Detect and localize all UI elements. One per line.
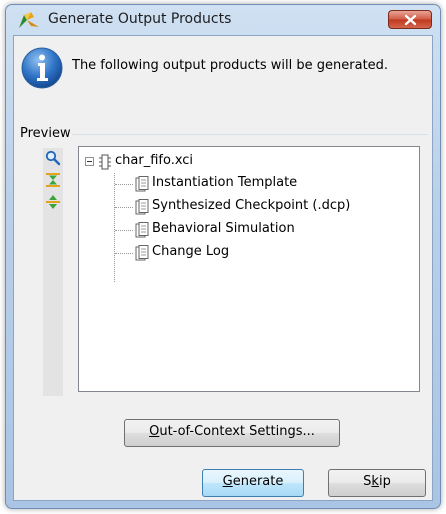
skip-button[interactable]: Skip <box>328 469 426 497</box>
ip-core-icon <box>99 154 111 170</box>
document-icon <box>135 199 149 215</box>
tree-root-label: char_fifo.xci <box>115 153 194 168</box>
button-mnemonic: k <box>371 474 379 489</box>
dialog-window: Generate Output Products The following o… <box>5 4 441 509</box>
button-label: ip <box>378 474 391 489</box>
tree-connector-branch <box>115 253 133 254</box>
collapse-toggle-icon[interactable] <box>85 157 94 166</box>
document-icon <box>135 245 149 261</box>
generate-button[interactable]: Generate <box>202 469 304 497</box>
tree-item-label: Instantiation Template <box>152 175 298 190</box>
tree-connector-branch <box>115 184 133 185</box>
tree-item-label: Synthesized Checkpoint (.dcp) <box>152 198 351 213</box>
message-text: The following output products will be ge… <box>72 58 389 73</box>
tree-item-label: Change Log <box>152 244 230 259</box>
document-icon <box>135 222 149 238</box>
button-mnemonic: O <box>149 424 160 439</box>
tree-connector-branch <box>115 230 133 231</box>
collapse-all-icon[interactable] <box>45 172 61 188</box>
search-icon[interactable] <box>45 150 61 166</box>
out-of-context-settings-button[interactable]: Out-of-Context Settings... <box>124 419 340 447</box>
title-bar[interactable]: Generate Output Products <box>6 5 440 35</box>
info-icon <box>21 47 63 89</box>
tree-item-label: Behavioral Simulation <box>152 221 295 236</box>
output-products-tree[interactable]: char_fifo.xci Instantiation Template Syn… <box>78 146 420 392</box>
document-icon <box>135 176 149 192</box>
close-icon <box>404 14 417 26</box>
expand-all-icon[interactable] <box>45 194 61 210</box>
button-label: ut-of-Context Settings... <box>159 424 315 439</box>
button-label: enerate <box>232 474 284 489</box>
window-title: Generate Output Products <box>48 11 232 27</box>
tree-connector <box>114 173 115 282</box>
preview-group-separator <box>72 134 428 135</box>
preview-group-label: Preview <box>20 126 71 141</box>
tree-connector-branch <box>115 207 133 208</box>
dialog-body: The following output products will be ge… <box>13 35 433 501</box>
button-mnemonic: G <box>222 474 233 489</box>
preview-toolbar <box>43 148 63 396</box>
vivado-logo-icon <box>18 11 40 29</box>
close-button[interactable] <box>388 10 432 29</box>
